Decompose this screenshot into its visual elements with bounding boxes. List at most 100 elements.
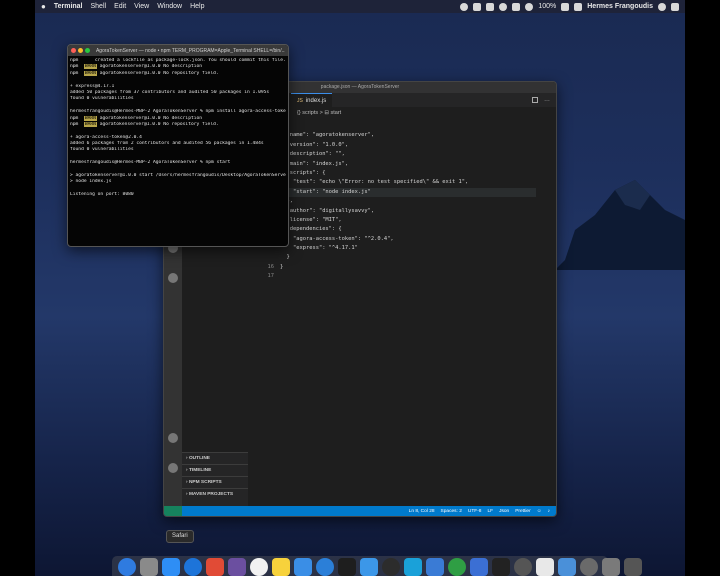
user-name[interactable]: Hermes Frangoudis xyxy=(587,3,653,10)
menu-edit[interactable]: Edit xyxy=(114,3,126,10)
dock-app-icon[interactable] xyxy=(360,558,378,576)
terminal-line: Listening on port: 8080 xyxy=(70,192,134,198)
wifi-icon[interactable] xyxy=(525,2,534,11)
search-icon[interactable] xyxy=(658,2,666,11)
dock-app-icon[interactable] xyxy=(404,558,422,576)
dock-app-icon[interactable] xyxy=(624,558,642,576)
dock-app-icon[interactable] xyxy=(448,558,466,576)
gitlens-icon[interactable] xyxy=(168,273,178,283)
section-npm-scripts[interactable]: › NPM SCRIPTS xyxy=(182,476,248,488)
dock-app-icon[interactable] xyxy=(250,558,268,576)
dock-app-icon[interactable] xyxy=(470,558,488,576)
dock-tooltip: Safari xyxy=(166,530,194,543)
dock-app-icon[interactable] xyxy=(316,558,334,576)
code-line: "name": "agoratokenserver", xyxy=(280,132,375,139)
dock-app-icon[interactable] xyxy=(492,558,510,576)
js-file-icon: JS xyxy=(297,97,303,104)
status-eol[interactable]: LF xyxy=(487,509,493,514)
dock-app-icon[interactable] xyxy=(426,558,444,576)
dropbox-icon[interactable] xyxy=(486,2,495,11)
code-line: }, xyxy=(286,198,293,205)
tab-index-js[interactable]: JS index.js xyxy=(291,93,333,107)
section-outline[interactable]: › OUTLINE xyxy=(182,452,248,464)
menu-view[interactable]: View xyxy=(134,3,149,10)
section-timeline[interactable]: › TIMELINE xyxy=(182,464,248,476)
dock-app-icon[interactable] xyxy=(602,558,620,576)
battery-icon[interactable] xyxy=(561,2,570,11)
code-line: 17 xyxy=(267,273,275,280)
status-prettier[interactable]: Prettier xyxy=(515,509,530,514)
menu-shell[interactable]: Shell xyxy=(91,3,107,10)
dock-app-icon[interactable] xyxy=(184,558,202,576)
terminal-window[interactable]: AgoraTokenServer — node • npm TERM_PROGR… xyxy=(67,44,289,247)
dock-app-icon[interactable] xyxy=(272,558,290,576)
code-line: "start": "node index.js" xyxy=(254,187,536,198)
menu-bar: ● Terminal Shell Edit View Window Help 1… xyxy=(35,0,685,13)
editor-tabs: JS index.js … xyxy=(291,93,556,107)
status-encoding[interactable]: UTF-8 xyxy=(468,509,482,514)
record-icon[interactable] xyxy=(460,2,469,11)
status-bar: Ln 8, Col 28 Spaces: 2 UTF-8 LF Json Pre… xyxy=(164,506,556,516)
gear-icon[interactable] xyxy=(168,463,178,473)
sync-icon[interactable] xyxy=(499,2,508,11)
dock-app-icon[interactable] xyxy=(382,558,400,576)
code-line: "main": "index.js", xyxy=(280,160,349,167)
section-maven-projects[interactable]: › MAVEN PROJECTS xyxy=(182,488,248,500)
terminal-titlebar: AgoraTokenServer — node • npm TERM_PROGR… xyxy=(68,45,288,56)
status-language[interactable]: Json xyxy=(499,509,509,514)
feedback-icon[interactable]: ☺ xyxy=(537,509,542,514)
remote-indicator[interactable] xyxy=(164,506,182,516)
apple-menu-icon[interactable]: ● xyxy=(41,2,46,11)
control-center-icon[interactable] xyxy=(671,2,679,11)
split-editor-icon[interactable] xyxy=(532,97,538,103)
warn-badge: WARN xyxy=(83,121,97,127)
dock-app-icon[interactable] xyxy=(558,558,576,576)
status-cursor-position[interactable]: Ln 8, Col 28 xyxy=(409,509,435,514)
code-line: "express": "^4.17.1" xyxy=(280,245,358,252)
dock-app-icon[interactable] xyxy=(580,558,598,576)
minimize-button[interactable] xyxy=(77,48,83,53)
dock-app-icon[interactable] xyxy=(514,558,532,576)
warn-badge: WARN xyxy=(83,64,97,70)
dock-app-icon[interactable] xyxy=(118,558,136,576)
more-actions-icon[interactable]: … xyxy=(544,97,550,103)
code-line: "agora-access-token": "^2.0.4", xyxy=(280,235,394,242)
code-line: "description": "", xyxy=(280,151,345,158)
bell-icon[interactable]: ♪ xyxy=(548,509,550,514)
code-line: "test": "echo \"Error: no test specified… xyxy=(280,179,469,186)
code-line: "author": "digitallysavvy", xyxy=(280,207,375,214)
keyboard-icon[interactable] xyxy=(574,2,583,11)
code-line: "dependencies": { xyxy=(280,226,342,233)
tab-index-js-label: index.js xyxy=(305,97,327,104)
menu-window[interactable]: Window xyxy=(157,3,182,10)
code-line: "license": "MIT", xyxy=(280,216,342,223)
dock-app-icon[interactable] xyxy=(140,558,158,576)
dock-app-icon[interactable] xyxy=(536,558,554,576)
dock-app-icon[interactable] xyxy=(162,558,180,576)
code-line: "version": "1.0.0", xyxy=(280,141,349,148)
status-indentation[interactable]: Spaces: 2 xyxy=(441,509,462,514)
screen: ● Terminal Shell Edit View Window Help 1… xyxy=(0,0,720,576)
menu-terminal[interactable]: Terminal xyxy=(54,3,83,10)
menu-help[interactable]: Help xyxy=(190,3,204,10)
dock-app-icon[interactable] xyxy=(294,558,312,576)
code-line: { xyxy=(254,122,536,131)
dock-app-icon[interactable] xyxy=(206,558,224,576)
dock-app-icon[interactable] xyxy=(228,558,246,576)
breadcrumb[interactable]: {} scripts > ⊟ start xyxy=(291,107,556,119)
bluetooth-icon[interactable] xyxy=(512,2,521,11)
code-editor[interactable]: { "name": "agoratokenserver", "version":… xyxy=(254,122,536,486)
terminal-title: AgoraTokenServer — node • npm TERM_PROGR… xyxy=(95,47,286,54)
terminal-output[interactable]: npm created a lockfile as package-lock.j… xyxy=(68,56,288,201)
zoom-button[interactable] xyxy=(84,48,90,53)
evernote-icon[interactable] xyxy=(473,2,482,11)
island-wallpaper-shape xyxy=(555,180,685,270)
account-icon[interactable] xyxy=(168,433,178,443)
close-button[interactable] xyxy=(71,48,76,53)
code-line: 16} xyxy=(267,263,284,270)
warn-badge: WARN xyxy=(83,70,97,76)
code-line: "scripts": { xyxy=(280,169,326,176)
warn-badge: WARN xyxy=(83,115,97,121)
explorer-panel: › OUTLINE › TIMELINE › NPM SCRIPTS › MAV… xyxy=(182,452,248,508)
dock-app-icon[interactable] xyxy=(338,558,356,576)
